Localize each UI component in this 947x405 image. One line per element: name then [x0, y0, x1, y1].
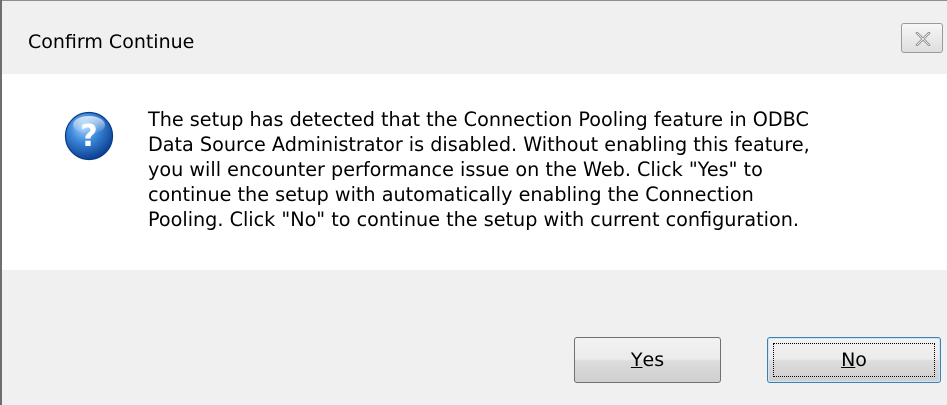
- title-bar[interactable]: Confirm Continue: [2, 0, 947, 74]
- question-icon: ?: [64, 111, 114, 161]
- yes-mnemonic: Y: [630, 349, 643, 371]
- close-button[interactable]: [901, 23, 943, 53]
- yes-label-rest: es: [642, 349, 665, 371]
- focus-rectangle: [773, 343, 935, 377]
- close-icon: [915, 32, 931, 46]
- svg-text:?: ?: [80, 119, 97, 154]
- window-title: Confirm Continue: [28, 31, 195, 53]
- message-text: The setup has detected that the Connecti…: [148, 108, 810, 231]
- confirm-dialog: Confirm Continue ? The setup has detecte…: [0, 0, 947, 405]
- no-button[interactable]: No: [767, 337, 941, 383]
- yes-button[interactable]: Yes: [574, 337, 721, 383]
